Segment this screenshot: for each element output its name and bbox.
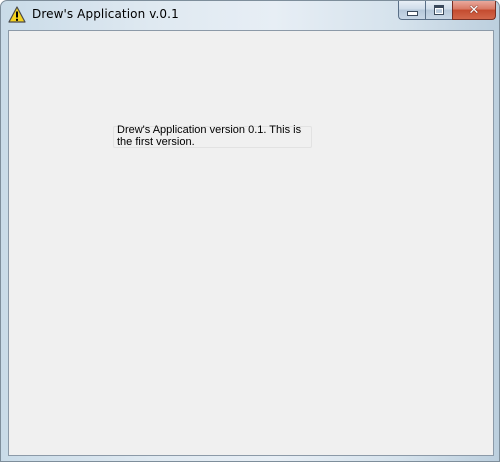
title-bar[interactable]: Drew's Application v.0.1 ✕ [1,1,501,30]
message-text: Drew's Application version 0.1. This is … [117,124,302,148]
warning-triangle-icon [8,6,26,24]
application-window: Drew's Application v.0.1 ✕ Drew's Applic… [0,0,500,462]
message-text-box: Drew's Application version 0.1. This is … [113,124,312,148]
maximize-button[interactable] [425,1,452,20]
maximize-icon [434,5,444,15]
client-area: Drew's Application version 0.1. This is … [8,30,494,456]
window-title: Drew's Application v.0.1 [32,7,179,21]
minimize-button[interactable] [398,1,425,20]
minimize-icon [406,10,418,16]
close-icon: ✕ [468,2,480,18]
caption-buttons: ✕ [398,1,496,20]
close-button[interactable]: ✕ [452,1,496,20]
